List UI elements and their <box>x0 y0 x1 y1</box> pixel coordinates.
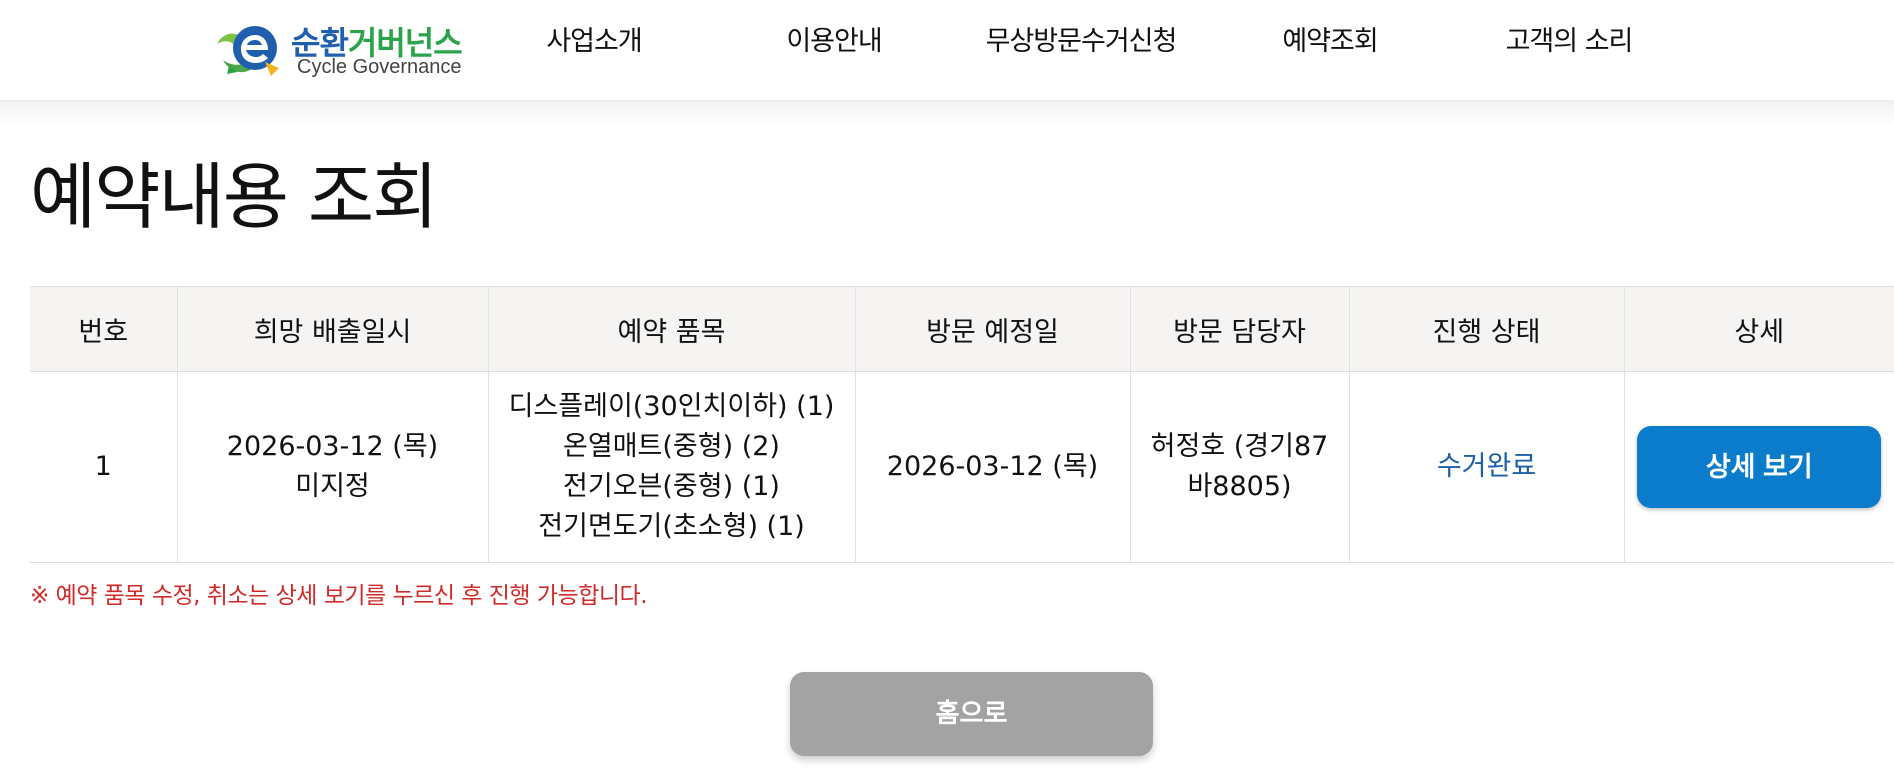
desired-date: 2026-03-12 (목) <box>226 431 439 462</box>
reservation-table: 번호 희망 배출일시 예약 품목 방문 예정일 방문 담당자 진행 상태 상세 … <box>30 286 1894 563</box>
nav-item-reservation-lookup[interactable]: 예약조회 <box>1278 20 1382 64</box>
col-header-visit-date: 방문 예정일 <box>855 286 1131 372</box>
list-item: 전기오븐(중형) (1) <box>563 471 780 502</box>
nav-item-guide[interactable]: 이용안내 <box>782 20 886 64</box>
home-button[interactable]: 홈으로 <box>790 672 1153 756</box>
logo-e-icon <box>217 26 279 76</box>
header-shadow <box>0 100 1894 126</box>
table-header-row: 번호 희망 배출일시 예약 품목 방문 예정일 방문 담당자 진행 상태 상세 <box>30 286 1894 372</box>
status-badge: 수거완료 <box>1436 451 1537 482</box>
cell-desired-datetime: 2026-03-12 (목) 미지정 <box>177 371 489 563</box>
col-header-detail: 상세 <box>1624 286 1894 372</box>
cell-status: 수거완료 <box>1349 371 1625 563</box>
site-logo[interactable]: 순환거버넌스 Cycle Governance <box>213 16 473 80</box>
cell-number: 1 <box>30 371 178 563</box>
staff-line-1: 허정호 (경기87 <box>1150 431 1329 462</box>
page-title: 예약내용 조회 <box>30 155 438 239</box>
cell-items: 디스플레이(30인치이하) (1) 온열매트(중형) (2) 전기오븐(중형) … <box>488 371 856 563</box>
detail-view-button[interactable]: 상세 보기 <box>1637 426 1882 508</box>
staff-line-2: 바8805) <box>1187 471 1292 502</box>
col-header-status: 진행 상태 <box>1349 286 1625 372</box>
col-header-desired-date: 희망 배출일시 <box>177 286 489 372</box>
col-header-number: 번호 <box>30 286 178 372</box>
table-row: 1 2026-03-12 (목) 미지정 디스플레이(30인치이하) (1) 온… <box>30 371 1894 563</box>
col-header-staff: 방문 담당자 <box>1130 286 1350 372</box>
notice-text: ※ 예약 품목 수정, 취소는 상세 보기를 누르신 후 진행 가능합니다. <box>30 583 648 609</box>
nav-item-about[interactable]: 사업소개 <box>542 20 646 64</box>
cell-visit-date: 2026-03-12 (목) <box>855 371 1131 563</box>
desired-time: 미지정 <box>295 471 370 502</box>
list-item: 온열매트(중형) (2) <box>563 431 780 462</box>
list-item: 디스플레이(30인치이하) (1) <box>508 391 835 422</box>
logo-subtitle: Cycle Governance <box>297 56 462 78</box>
col-header-items: 예약 품목 <box>488 286 856 372</box>
nav-item-free-pickup[interactable]: 무상방문수거신청 <box>978 20 1184 64</box>
cell-detail: 상세 보기 <box>1624 371 1894 563</box>
nav-item-customer-voice[interactable]: 고객의 소리 <box>1500 20 1638 64</box>
cell-staff: 허정호 (경기87 바8805) <box>1130 371 1350 563</box>
site-header: 순환거버넌스 Cycle Governance 사업소개 이용안내 무상방문수거… <box>0 0 1894 100</box>
list-item: 전기면도기(초소형) (1) <box>538 511 805 542</box>
